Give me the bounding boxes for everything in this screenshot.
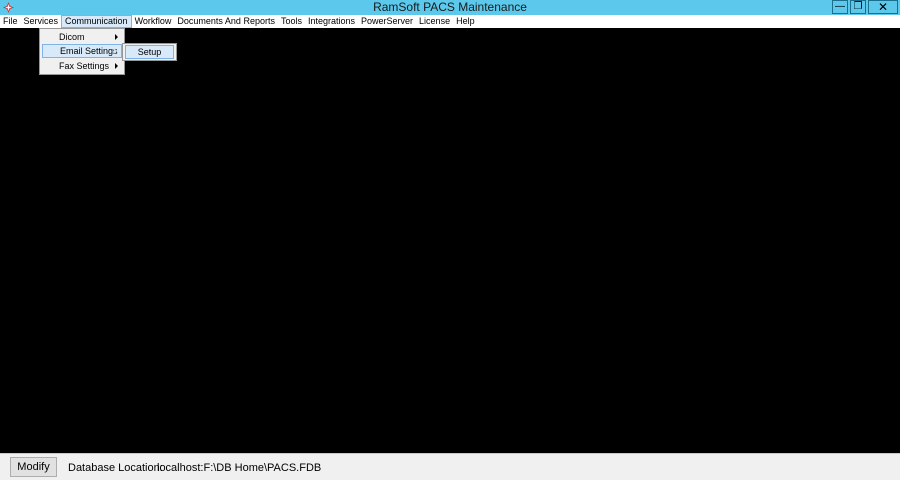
app-window: RamSoft PACS Maintenance — ❐ ✕ File Serv… <box>0 0 900 480</box>
menu-license[interactable]: License <box>416 15 453 28</box>
menu-help[interactable]: Help <box>453 15 478 28</box>
menu-powerserver[interactable]: PowerServer <box>358 15 416 28</box>
title-bar: RamSoft PACS Maintenance — ❐ ✕ <box>0 0 900 15</box>
database-location-value: localhost:F:\DB Home\PACS.FDB <box>157 462 322 474</box>
menu-file[interactable]: File <box>0 15 21 28</box>
window-title: RamSoft PACS Maintenance <box>373 0 527 14</box>
minimize-icon: — <box>835 1 845 12</box>
menu-item-label: Dicom <box>59 32 85 42</box>
communication-dropdown: Dicom Email Settings Fax Settings <box>39 28 125 75</box>
menu-tools[interactable]: Tools <box>278 15 305 28</box>
menu-services[interactable]: Services <box>21 15 62 28</box>
menu-communication[interactable]: Communication <box>61 15 132 28</box>
menu-item-fax-settings[interactable]: Fax Settings <box>42 59 122 73</box>
submenu-arrow-icon <box>114 48 117 54</box>
menu-item-setup[interactable]: Setup <box>125 45 174 59</box>
menu-item-dicom[interactable]: Dicom <box>42 30 122 44</box>
email-settings-submenu: Setup <box>122 43 177 61</box>
menu-bar: File Services Communication Workflow Doc… <box>0 15 900 28</box>
close-button[interactable]: ✕ <box>868 0 898 14</box>
menu-integrations[interactable]: Integrations <box>305 15 358 28</box>
status-bar: Modify Database Location: localhost:F:\D… <box>0 453 900 480</box>
restore-icon: ❐ <box>853 1 863 12</box>
modify-button[interactable]: Modify <box>10 457 57 477</box>
menu-item-label: Fax Settings <box>59 61 110 71</box>
submenu-arrow-icon <box>115 63 118 69</box>
database-location-label: Database Location: <box>68 462 163 474</box>
menu-workflow[interactable]: Workflow <box>132 15 175 28</box>
menu-item-email-settings[interactable]: Email Settings <box>42 44 122 58</box>
minimize-button[interactable]: — <box>832 0 848 14</box>
menu-documents-and-reports[interactable]: Documents And Reports <box>174 15 278 28</box>
maximize-button[interactable]: ❐ <box>850 0 866 14</box>
menu-item-label: Email Settings <box>60 46 118 56</box>
submenu-arrow-icon <box>115 34 118 40</box>
close-icon: ✕ <box>877 0 889 14</box>
